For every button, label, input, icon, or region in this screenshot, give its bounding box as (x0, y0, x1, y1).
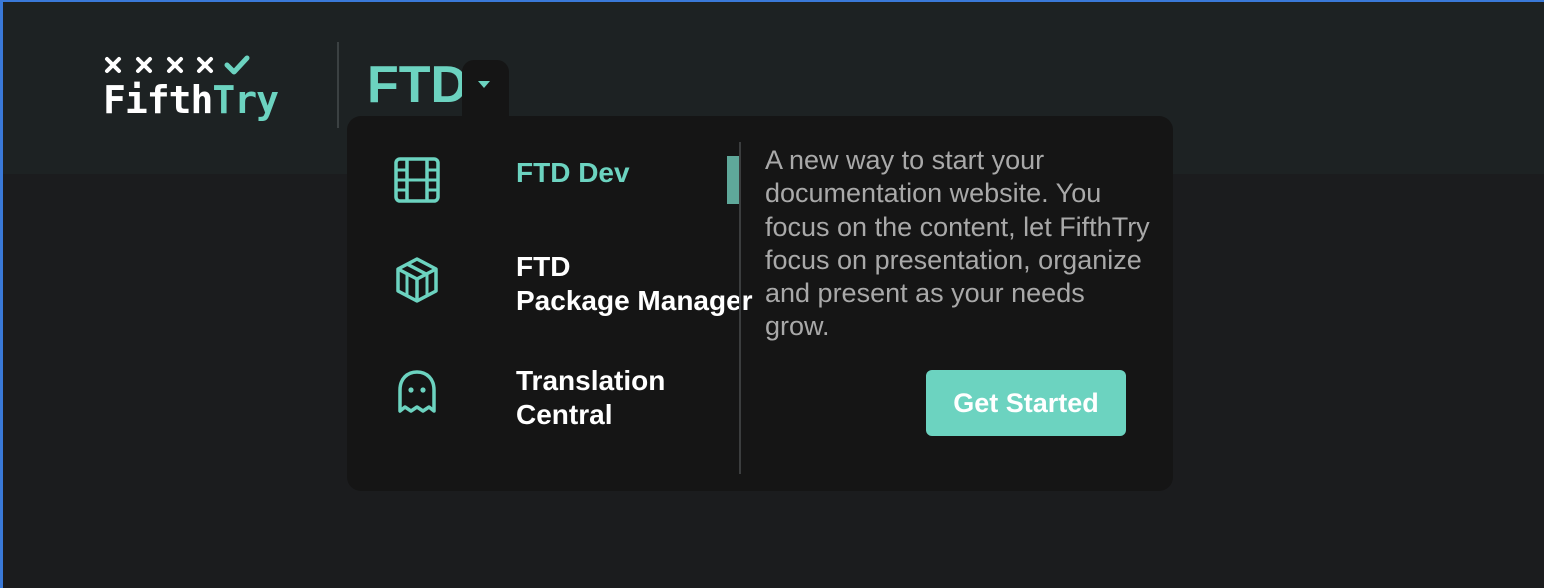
fifthtry-logo[interactable]: FifthTry (103, 54, 303, 126)
cube-icon (396, 257, 438, 303)
product-dropdown-panel: FTD Dev FTD Package Manager Translation … (347, 116, 1173, 491)
dropdown-item-package-manager-label: FTD Package Manager (516, 250, 753, 318)
dropdown-description: A new way to start your documentation we… (765, 145, 1150, 342)
dropdown-item-ftd-dev-label: FTD Dev (516, 157, 630, 188)
dropdown-item-package-manager[interactable]: FTD Package Manager (393, 250, 753, 320)
film-strip-icon (394, 157, 440, 203)
product-menu-toggle[interactable] (462, 60, 509, 120)
dropdown-item-translation-central[interactable]: Translation Central (393, 364, 733, 434)
header-divider (337, 42, 339, 128)
product-title[interactable]: FTD (367, 54, 468, 116)
logo-wordmark-fifth: Fifth (103, 78, 213, 122)
dropdown-item-ftd-dev[interactable]: FTD Dev (393, 156, 733, 206)
ghost-icon (398, 370, 436, 413)
logo-wordmark: FifthTry (103, 76, 279, 124)
dropdown-item-translation-central-label: Translation Central (516, 364, 665, 432)
logo-marks-icon (105, 55, 250, 75)
active-item-indicator (727, 156, 739, 204)
dropdown-item-translation-central-line2: Central (516, 399, 613, 430)
dropdown-item-package-manager-line2: Package Manager (516, 285, 753, 316)
dropdown-item-translation-central-line1: Translation (516, 365, 666, 396)
get-started-button[interactable]: Get Started (926, 370, 1126, 436)
dropdown-divider (739, 142, 741, 474)
dropdown-item-package-manager-line1: FTD (516, 251, 571, 282)
logo-wordmark-try: Try (212, 78, 279, 122)
caret-down-icon (478, 81, 490, 88)
